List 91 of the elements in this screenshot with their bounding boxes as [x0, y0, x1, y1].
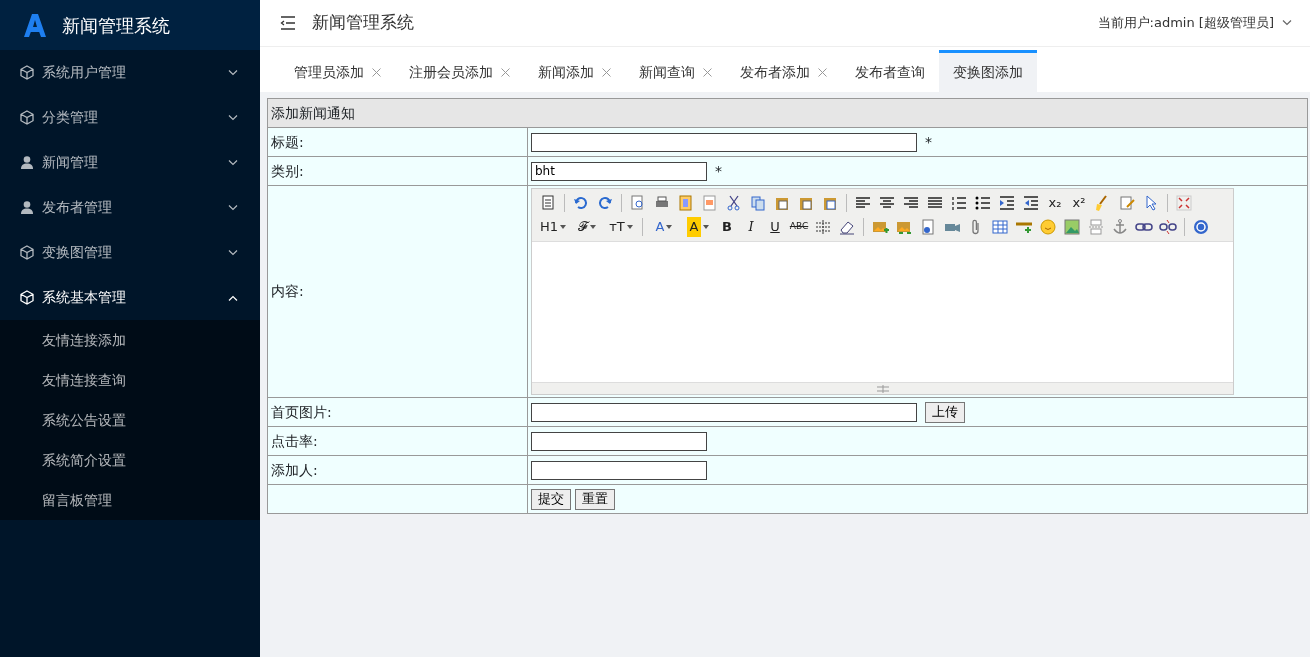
close-icon	[818, 68, 827, 77]
tab[interactable]: 新闻查询	[625, 50, 726, 92]
toolbar-button[interactable]: H1	[536, 216, 570, 238]
outdent-icon[interactable]	[1022, 194, 1040, 212]
toolbar-button[interactable]: I	[739, 216, 763, 238]
user-menu[interactable]: 当前用户:admin [超级管理员]	[1097, 13, 1292, 33]
user-icon	[20, 200, 34, 215]
chevron-down-icon	[1282, 20, 1292, 26]
cube-icon	[20, 245, 34, 260]
close-icon	[703, 68, 712, 77]
tab[interactable]: 新闻添加	[524, 50, 625, 92]
reset-button[interactable]: 重置	[575, 488, 615, 510]
toolbar-button[interactable]: A	[681, 216, 715, 238]
input-field[interactable]: bht	[531, 161, 707, 181]
caret-down-icon	[666, 225, 673, 229]
undo-icon[interactable]	[572, 194, 590, 212]
tab[interactable]: 发布者查询	[841, 50, 939, 92]
chevron-down-icon	[228, 69, 238, 76]
submenu-item[interactable]: 友情连接查询	[0, 360, 260, 400]
page-title: 新闻管理系统	[312, 11, 414, 35]
toolbar-button[interactable]: U	[763, 216, 787, 238]
numbered-list-icon[interactable]	[950, 194, 968, 212]
redo-icon[interactable]	[596, 194, 614, 212]
close-icon	[602, 68, 611, 77]
field-label: 内容:	[267, 185, 528, 398]
field-label: 点击率:	[267, 426, 528, 456]
chevron-down-icon	[228, 114, 238, 121]
resize-handle-icon	[876, 384, 889, 393]
chevron-down-icon	[228, 204, 238, 211]
toolbar-button[interactable]: x₂	[1043, 192, 1067, 214]
chevron-up-icon	[228, 294, 238, 301]
caret-down-icon	[703, 225, 710, 229]
toolbar-button[interactable]: A	[647, 216, 681, 238]
tab[interactable]: 发布者添加	[726, 50, 841, 92]
caret-down-icon	[590, 225, 596, 229]
input-field[interactable]	[531, 431, 707, 451]
form-title: 添加新闻通知	[267, 98, 1308, 128]
dotted-line-icon[interactable]	[814, 218, 832, 236]
input-field[interactable]	[531, 132, 917, 152]
logo-icon	[24, 13, 46, 37]
field-label: 首页图片:	[267, 397, 528, 427]
submenu-item[interactable]: 系统简介设置	[0, 440, 260, 480]
cube-icon	[20, 290, 34, 305]
tab[interactable]: 注册会员添加	[395, 50, 524, 92]
document-icon[interactable]	[919, 218, 937, 236]
required-mark: *	[715, 161, 722, 181]
tab[interactable]: 管理员添加	[280, 50, 395, 92]
toolbar-button[interactable]: B	[715, 216, 739, 238]
caret-down-icon	[626, 225, 633, 229]
menu-item[interactable]: 发布者管理	[0, 185, 260, 230]
required-mark: *	[925, 132, 932, 152]
document-icon[interactable]	[1118, 194, 1136, 212]
user-icon	[20, 155, 34, 170]
submenu-item[interactable]: 友情连接添加	[0, 320, 260, 360]
toolbar-button[interactable]: тT	[604, 216, 638, 238]
close-icon	[501, 68, 510, 77]
toolbar-button[interactable]: ABC	[787, 216, 811, 238]
field-label: 标题:	[267, 127, 528, 157]
unlink-icon[interactable]	[1159, 218, 1177, 236]
field-label: 类别:	[267, 156, 528, 186]
cube-icon	[20, 65, 34, 80]
toolbar-button[interactable]: 𝓕	[570, 216, 604, 238]
cube-icon	[20, 110, 34, 125]
chevron-down-icon	[228, 159, 238, 166]
menu-item[interactable]: 分类管理	[0, 95, 260, 140]
toolbar-button[interactable]: x²	[1067, 192, 1091, 214]
menu-item[interactable]: 系统基本管理	[0, 275, 260, 320]
bullet-list-icon[interactable]	[974, 194, 992, 212]
menu-fold-icon	[280, 16, 296, 30]
table-icon[interactable]	[991, 218, 1009, 236]
scissors-icon[interactable]	[725, 194, 743, 212]
fullscreen-icon[interactable]	[1175, 194, 1193, 212]
logo-title: 新闻管理系统	[62, 13, 170, 38]
indent-icon[interactable]	[998, 194, 1016, 212]
upload-button[interactable]: 上传	[925, 401, 965, 423]
chevron-down-icon	[228, 249, 238, 256]
anchor-icon[interactable]	[1111, 218, 1129, 236]
caret-down-icon	[560, 225, 566, 229]
input-field[interactable]	[531, 402, 917, 422]
menu-item[interactable]: 新闻管理	[0, 140, 260, 185]
submit-button[interactable]: 提交	[531, 488, 571, 510]
tab[interactable]: 变换图添加	[939, 50, 1037, 92]
submenu-item[interactable]: 留言板管理	[0, 480, 260, 520]
submenu-item[interactable]: 系统公告设置	[0, 400, 260, 440]
input-field[interactable]	[531, 460, 707, 480]
field-label: 添加人:	[267, 455, 528, 485]
copy-icon[interactable]	[749, 194, 767, 212]
picture-icon[interactable]	[1063, 218, 1081, 236]
menu-item[interactable]: 系统用户管理	[0, 50, 260, 95]
menu-item[interactable]: 变换图管理	[0, 230, 260, 275]
close-icon	[372, 68, 381, 77]
